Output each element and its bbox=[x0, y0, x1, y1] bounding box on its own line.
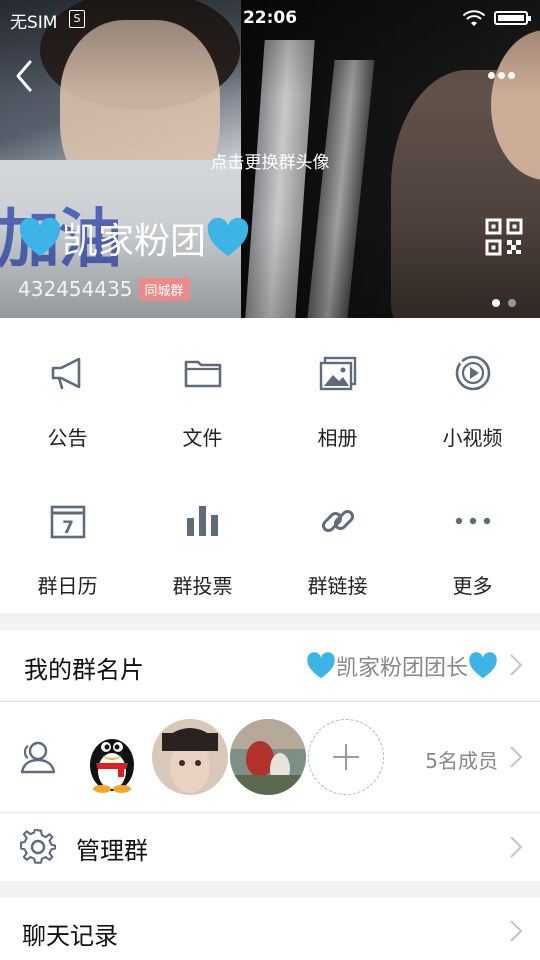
blue-heart-icon bbox=[207, 218, 249, 256]
folder-icon bbox=[184, 360, 222, 388]
change-avatar-hint[interactable]: 点击更换群头像 bbox=[0, 148, 540, 173]
gear-icon bbox=[20, 829, 56, 864]
grid-item-calendar[interactable]: 7 群日历 bbox=[0, 466, 135, 613]
member-count: 5名成员 bbox=[425, 749, 498, 773]
qr-code-icon[interactable] bbox=[485, 218, 523, 256]
qq-penguin-icon bbox=[74, 719, 150, 795]
function-grid: 公告 文件 相册 小视频 7 群日历 群投票 群链接 更多 bbox=[0, 318, 540, 613]
add-member-button[interactable] bbox=[308, 719, 384, 795]
status-bar: 无SIM S 22:06 bbox=[0, 0, 540, 36]
member-avatar[interactable] bbox=[152, 719, 228, 795]
members-row[interactable]: 5名成员 bbox=[0, 702, 540, 812]
video-play-icon bbox=[455, 355, 491, 391]
group-type-badge: 同城群 bbox=[138, 277, 190, 301]
more-dots-icon bbox=[455, 517, 491, 525]
calendar-icon: 7 bbox=[50, 505, 86, 539]
plus-icon bbox=[333, 744, 359, 770]
chat-history-label: 聊天记录 bbox=[22, 922, 118, 950]
group-name-text: 凯家粉团 bbox=[62, 221, 207, 262]
grid-item-more[interactable]: 更多 bbox=[405, 466, 540, 613]
grid-item-label: 群投票 bbox=[172, 574, 233, 598]
grid-item-files[interactable]: 文件 bbox=[135, 318, 270, 465]
grid-item-label: 相册 bbox=[317, 426, 358, 450]
link-icon bbox=[321, 509, 355, 533]
grid-item-link[interactable]: 群链接 bbox=[270, 466, 405, 613]
my-group-card-value: 凯家粉团团长 bbox=[306, 650, 498, 682]
calendar-day: 7 bbox=[62, 518, 74, 538]
clock: 22:06 bbox=[242, 8, 298, 28]
my-group-card-label: 我的群名片 bbox=[24, 656, 144, 684]
chat-history-row[interactable]: 聊天记录 bbox=[0, 898, 540, 960]
grid-item-label: 更多 bbox=[452, 574, 493, 598]
page-dot-active bbox=[492, 299, 500, 307]
chevron-right-icon bbox=[510, 746, 522, 768]
members-icon bbox=[20, 741, 56, 774]
photo-page-indicator bbox=[492, 292, 524, 311]
chevron-right-icon bbox=[510, 654, 522, 676]
grid-item-label: 群链接 bbox=[307, 574, 368, 598]
photo-album-icon bbox=[319, 356, 357, 391]
grid-item-announcement[interactable]: 公告 bbox=[0, 318, 135, 465]
battery-icon bbox=[494, 11, 531, 25]
blue-heart-icon bbox=[19, 218, 61, 256]
member-avatar[interactable] bbox=[230, 719, 306, 795]
megaphone-icon bbox=[51, 357, 81, 390]
blue-heart-icon bbox=[469, 652, 497, 679]
grid-item-album[interactable]: 相册 bbox=[270, 318, 405, 465]
member-avatar-qq[interactable] bbox=[74, 719, 150, 795]
group-id-line: 432454435 同城群 bbox=[18, 277, 190, 301]
card-nickname: 凯家粉团团长 bbox=[335, 656, 468, 681]
grid-item-label: 文件 bbox=[182, 426, 223, 450]
wifi-icon bbox=[462, 10, 486, 26]
page-dot bbox=[508, 299, 516, 307]
grid-item-label: 小视频 bbox=[442, 426, 503, 450]
manage-group-row[interactable]: 管理群 bbox=[0, 813, 540, 881]
grid-item-label: 群日历 bbox=[37, 574, 98, 598]
manage-group-label: 管理群 bbox=[76, 837, 148, 865]
grid-item-short-video[interactable]: 小视频 bbox=[405, 318, 540, 465]
blue-heart-icon bbox=[307, 652, 335, 679]
grid-item-label: 公告 bbox=[47, 426, 88, 450]
group-name: 凯家粉团 bbox=[18, 212, 250, 264]
my-group-card-row[interactable]: 我的群名片 凯家粉团团长 bbox=[0, 630, 540, 700]
group-id: 432454435 bbox=[18, 277, 133, 301]
chevron-right-icon bbox=[510, 836, 522, 858]
grid-item-vote[interactable]: 群投票 bbox=[135, 466, 270, 613]
more-options-button[interactable] bbox=[488, 64, 528, 88]
bar-chart-icon bbox=[187, 506, 218, 536]
back-arrow-icon[interactable] bbox=[10, 56, 40, 96]
member-photo bbox=[152, 719, 228, 795]
chevron-right-icon bbox=[510, 920, 522, 942]
member-photo bbox=[230, 719, 306, 795]
